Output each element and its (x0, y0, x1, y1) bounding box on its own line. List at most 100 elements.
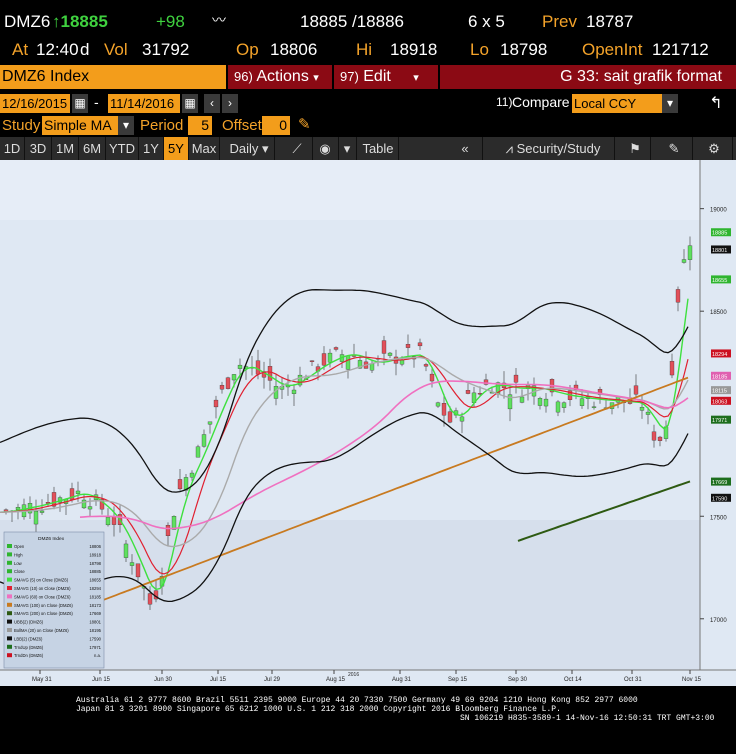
compare-num: 11) (496, 95, 513, 109)
period-max[interactable]: Max (189, 137, 220, 160)
candle (201, 434, 207, 447)
legend-item-name: TrndDn (DMZ6) (14, 653, 44, 658)
caret-down-icon[interactable]: ▾ (118, 116, 134, 135)
price-chart[interactable]: 19000 18500 17500 17000 18885 18801 18655 18294… (0, 160, 736, 686)
calendar-icon[interactable]: ▦ (182, 94, 198, 113)
chart-canvas[interactable]: 19000 18500 17500 17000 18885 18801 18655 18294… (0, 160, 736, 686)
x-tick-label: Jun 30 (154, 677, 173, 683)
legend-swatch (7, 569, 12, 574)
command-bar: DMZ6 Index 96) Actions ▾ 97) Edit ▾ G 33… (0, 65, 736, 89)
period-input[interactable]: 5 (188, 116, 212, 135)
x-tick-label: Jul 29 (264, 677, 281, 683)
sparkline-icon: 〰 (212, 12, 226, 28)
start-date-input[interactable]: 12/16/2015 (0, 94, 70, 113)
period-5y[interactable]: 5Y (164, 137, 189, 160)
legend-item-value: 18798 (89, 561, 101, 566)
back-arrow-icon[interactable]: ↰ (700, 94, 732, 113)
y-tick-label: 19000 (710, 208, 727, 214)
high-label: Hi (356, 40, 373, 59)
y-tick-label: 17500 (710, 515, 727, 521)
candle (231, 374, 237, 381)
candle (579, 398, 585, 406)
legend-item-name: Close (14, 569, 25, 574)
chart-type-icon[interactable]: ◉ (312, 137, 339, 160)
legend-item-name: SMAVG (60) on Close (DMZ6) (14, 594, 71, 599)
y-tick-label: 17000 (710, 618, 727, 624)
candle (435, 402, 441, 407)
security-field[interactable]: DMZ6 Index (0, 65, 226, 89)
candle (519, 396, 525, 403)
openint-label: OpenInt (582, 40, 643, 59)
open-value: 18806 (270, 40, 318, 59)
legend-item-name: TrndUp (DMZ6) (14, 645, 44, 650)
low-label: Lo (470, 40, 489, 59)
table-button[interactable]: Table (358, 137, 399, 160)
candle (177, 479, 183, 490)
last-price: ↑18885 (52, 12, 108, 31)
study-select[interactable]: Simple MA (42, 116, 118, 135)
x-tick-label: Sep 15 (448, 677, 468, 683)
legend-item-name: SMAVG (100) on Close (DMZ6) (14, 603, 73, 608)
chevron-left-icon[interactable]: ‹ (204, 94, 220, 113)
caret-down-icon: ▾ (313, 72, 319, 84)
legend-item-value: 17669 (89, 611, 101, 616)
period-3d[interactable]: 3D (25, 137, 52, 160)
price-tag-label: 18063 (712, 399, 727, 405)
legend-swatch (7, 644, 12, 649)
caret-down-icon[interactable]: ▾ (338, 137, 357, 160)
offset-input[interactable]: 0 (262, 116, 290, 135)
end-date-input[interactable]: 11/14/2016 (108, 94, 180, 113)
chevron-right-icon[interactable]: › (222, 94, 238, 113)
period-label: Period (140, 117, 184, 134)
candle (213, 399, 219, 408)
pencil-icon[interactable]: ✎ (298, 115, 311, 133)
high-value: 18918 (390, 40, 438, 59)
line-chart-icon[interactable]: ⟋ (282, 137, 313, 160)
price-tag-label: 17669 (712, 480, 727, 486)
candle (105, 517, 111, 526)
period-1m[interactable]: 1M (52, 137, 79, 160)
candle (345, 355, 351, 370)
collapse-icon[interactable]: « (448, 137, 483, 160)
period-1y[interactable]: 1Y (139, 137, 164, 160)
caret-down-icon[interactable]: ▾ (662, 94, 678, 113)
period-6m[interactable]: 6M (79, 137, 106, 160)
candle (111, 516, 117, 525)
x-tick-label: Oct 31 (624, 677, 642, 683)
legend-item-value: 18806 (89, 544, 101, 549)
candle (123, 543, 129, 558)
legend-item-name: SMAVG (200) on Close (DMZ6) (14, 611, 73, 616)
legend-item-value: 18801 (89, 620, 101, 625)
legend-swatch (7, 619, 12, 624)
security-study-button[interactable]: ⩘ Security/Study (492, 137, 615, 160)
price-tag-label: 18655 (712, 278, 727, 284)
range-dash: - (94, 94, 99, 110)
edit-icon[interactable]: ✎ (656, 137, 693, 160)
flag-icon[interactable]: ⚑ (620, 137, 651, 160)
caret-down-icon: ▾ (413, 72, 419, 84)
frequency-select[interactable]: Daily ▾ (224, 137, 275, 160)
at-label: At (12, 40, 29, 59)
bid-ask: 18885 /18886 (300, 12, 404, 31)
compare-select[interactable]: Local CCY (572, 94, 662, 113)
candle (537, 398, 543, 406)
edit-menu[interactable]: 97) Edit ▾ (334, 65, 438, 89)
period-1d[interactable]: 1D (0, 137, 25, 160)
x-tick-label: Aug 15 (326, 677, 346, 683)
candle (405, 344, 411, 348)
period-ytd[interactable]: YTD (106, 137, 139, 160)
frequency-label: Daily (229, 141, 259, 156)
legend-item-name: Low (14, 561, 23, 566)
actions-menu[interactable]: 96) Actions ▾ (228, 65, 332, 89)
calendar-icon[interactable]: ▦ (72, 94, 88, 113)
study-icon: ⩘ (505, 141, 513, 156)
legend-item-value: 18195 (89, 628, 101, 633)
candle (135, 563, 141, 578)
gear-icon[interactable]: ⚙ (696, 137, 733, 160)
ticker: DMZ6 (4, 12, 51, 31)
candle (591, 406, 597, 408)
open-label: Op (236, 40, 259, 59)
candle (33, 511, 39, 525)
legend-swatch (7, 636, 12, 641)
legend-swatch (7, 586, 12, 590)
